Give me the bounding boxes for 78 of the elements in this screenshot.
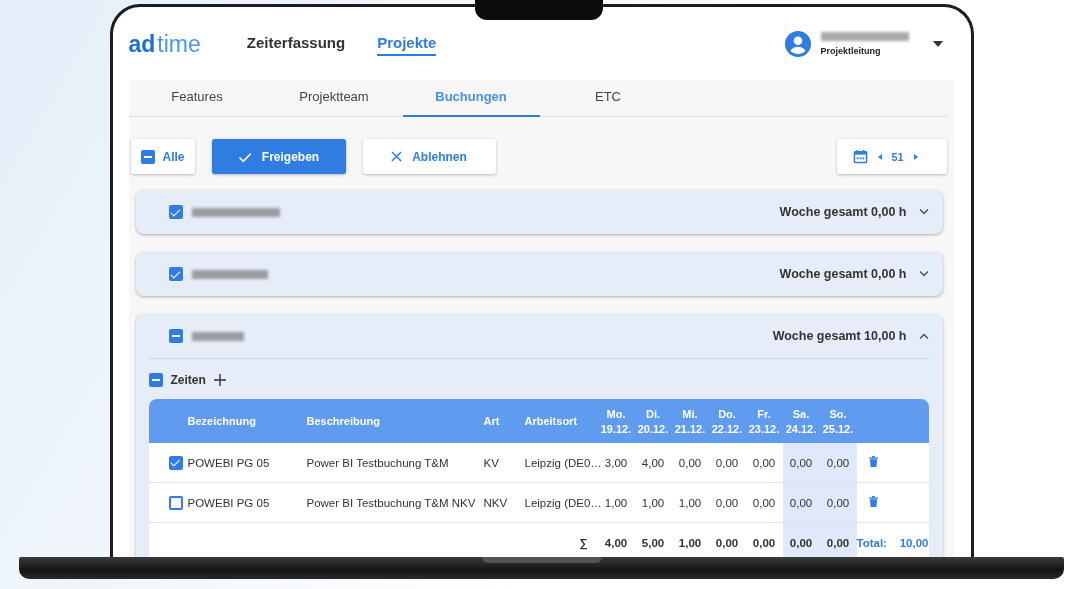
- tab[interactable]: Features: [128, 80, 266, 117]
- tab[interactable]: Projektteam: [265, 80, 403, 117]
- chevron-right-icon[interactable]: [913, 153, 918, 160]
- chevron-left-icon[interactable]: [877, 153, 882, 160]
- trash-icon[interactable]: [868, 456, 878, 467]
- table-cell: 0,00: [789, 496, 813, 509]
- table-cell: 0,00: [789, 456, 813, 469]
- chevron-down-icon[interactable]: [918, 209, 929, 215]
- table-cell: 1,00: [604, 496, 628, 509]
- checkbox[interactable]: [168, 495, 183, 510]
- table-cell: POWEBI PG 05: [187, 456, 270, 469]
- blurred-name: [191, 331, 244, 341]
- table-cell: Power BI Testbuchung T&M: [306, 456, 449, 469]
- table-cell: 0,00: [826, 496, 850, 509]
- tab[interactable]: ETC: [539, 80, 677, 117]
- column-header: Fr. 23.12.: [745, 399, 783, 443]
- column-header: So. 25.12.: [819, 399, 857, 443]
- sum-value: 0,00: [789, 536, 813, 549]
- select-all-button[interactable]: Alle: [130, 139, 195, 174]
- nav-link[interactable]: Projekte: [377, 31, 437, 56]
- checkbox[interactable]: [168, 455, 183, 470]
- checkbox[interactable]: [168, 267, 183, 281]
- table-cell: 3,00: [604, 456, 628, 469]
- column-header: Bezeichnung: [148, 399, 307, 443]
- total-value: 10,00: [899, 536, 929, 549]
- logo[interactable]: adtime: [128, 29, 201, 58]
- caret-icon[interactable]: [932, 40, 943, 47]
- table-cell: Leipzig (DE0…: [524, 496, 602, 509]
- week-total: Woche gesamt 10,00 h: [772, 329, 907, 343]
- chevron-up-icon[interactable]: [918, 333, 929, 339]
- avatar-icon: [784, 30, 811, 57]
- sum-symbol: ∑: [579, 536, 588, 549]
- calendar-icon[interactable]: [852, 149, 868, 164]
- section-label: Zeiten: [170, 373, 206, 387]
- table-cell: 0,00: [715, 456, 739, 469]
- table-cell: POWEBI PG 05: [187, 496, 270, 509]
- tab[interactable]: Buchungen: [402, 80, 540, 117]
- sum-value: 5,00: [641, 536, 665, 549]
- column-header: Beschreibung: [306, 399, 484, 443]
- nav-link[interactable]: Zeiterfassung: [246, 31, 346, 56]
- sum-value: 4,00: [604, 536, 628, 549]
- column-header: Art: [483, 399, 525, 443]
- week-number: 51: [891, 150, 904, 163]
- trash-icon[interactable]: [868, 496, 878, 507]
- action-button[interactable]: Freigeben: [211, 139, 346, 174]
- sum-value: 1,00: [678, 536, 702, 549]
- checkbox[interactable]: [148, 373, 163, 387]
- plus-icon[interactable]: [213, 374, 226, 386]
- sum-value: 0,00: [715, 536, 739, 549]
- checkbox[interactable]: [168, 329, 183, 343]
- chevron-down-icon[interactable]: [918, 271, 929, 277]
- total-label: Total:: [856, 536, 887, 549]
- sum-value: 0,00: [826, 536, 850, 549]
- table-cell: KV: [483, 456, 499, 469]
- user-role: Projektleitung: [820, 45, 882, 56]
- table-cell: 1,00: [678, 496, 702, 509]
- column-header: Sa. 24.12.: [782, 399, 820, 443]
- column-header: Mo. 19.12.: [597, 399, 635, 443]
- column-header: Mi. 21.12.: [671, 399, 709, 443]
- table-cell: 0,00: [678, 456, 702, 469]
- table-cell: NKV: [483, 496, 508, 509]
- checkbox[interactable]: [168, 205, 183, 219]
- table-cell: 1,00: [641, 496, 665, 509]
- action-button[interactable]: Ablehnen: [362, 139, 496, 174]
- column-header: Do. 22.12.: [708, 399, 746, 443]
- table-cell: 0,00: [715, 496, 739, 509]
- table-cell: Power BI Testbuchung T&M NKV: [306, 496, 476, 509]
- table-cell: 0,00: [826, 456, 850, 469]
- table-cell: Leipzig (DE0…: [524, 456, 602, 469]
- column-header: Di. 20.12.: [634, 399, 672, 443]
- column-header: Arbeitsort: [524, 399, 598, 443]
- table-cell: 0,00: [752, 496, 776, 509]
- week-total: Woche gesamt 0,00 h: [779, 205, 907, 219]
- sum-value: 0,00: [752, 536, 776, 549]
- week-total: Woche gesamt 0,00 h: [779, 267, 907, 281]
- table-cell: 4,00: [641, 456, 665, 469]
- close-icon: [391, 151, 403, 162]
- table-cell: 0,00: [752, 456, 776, 469]
